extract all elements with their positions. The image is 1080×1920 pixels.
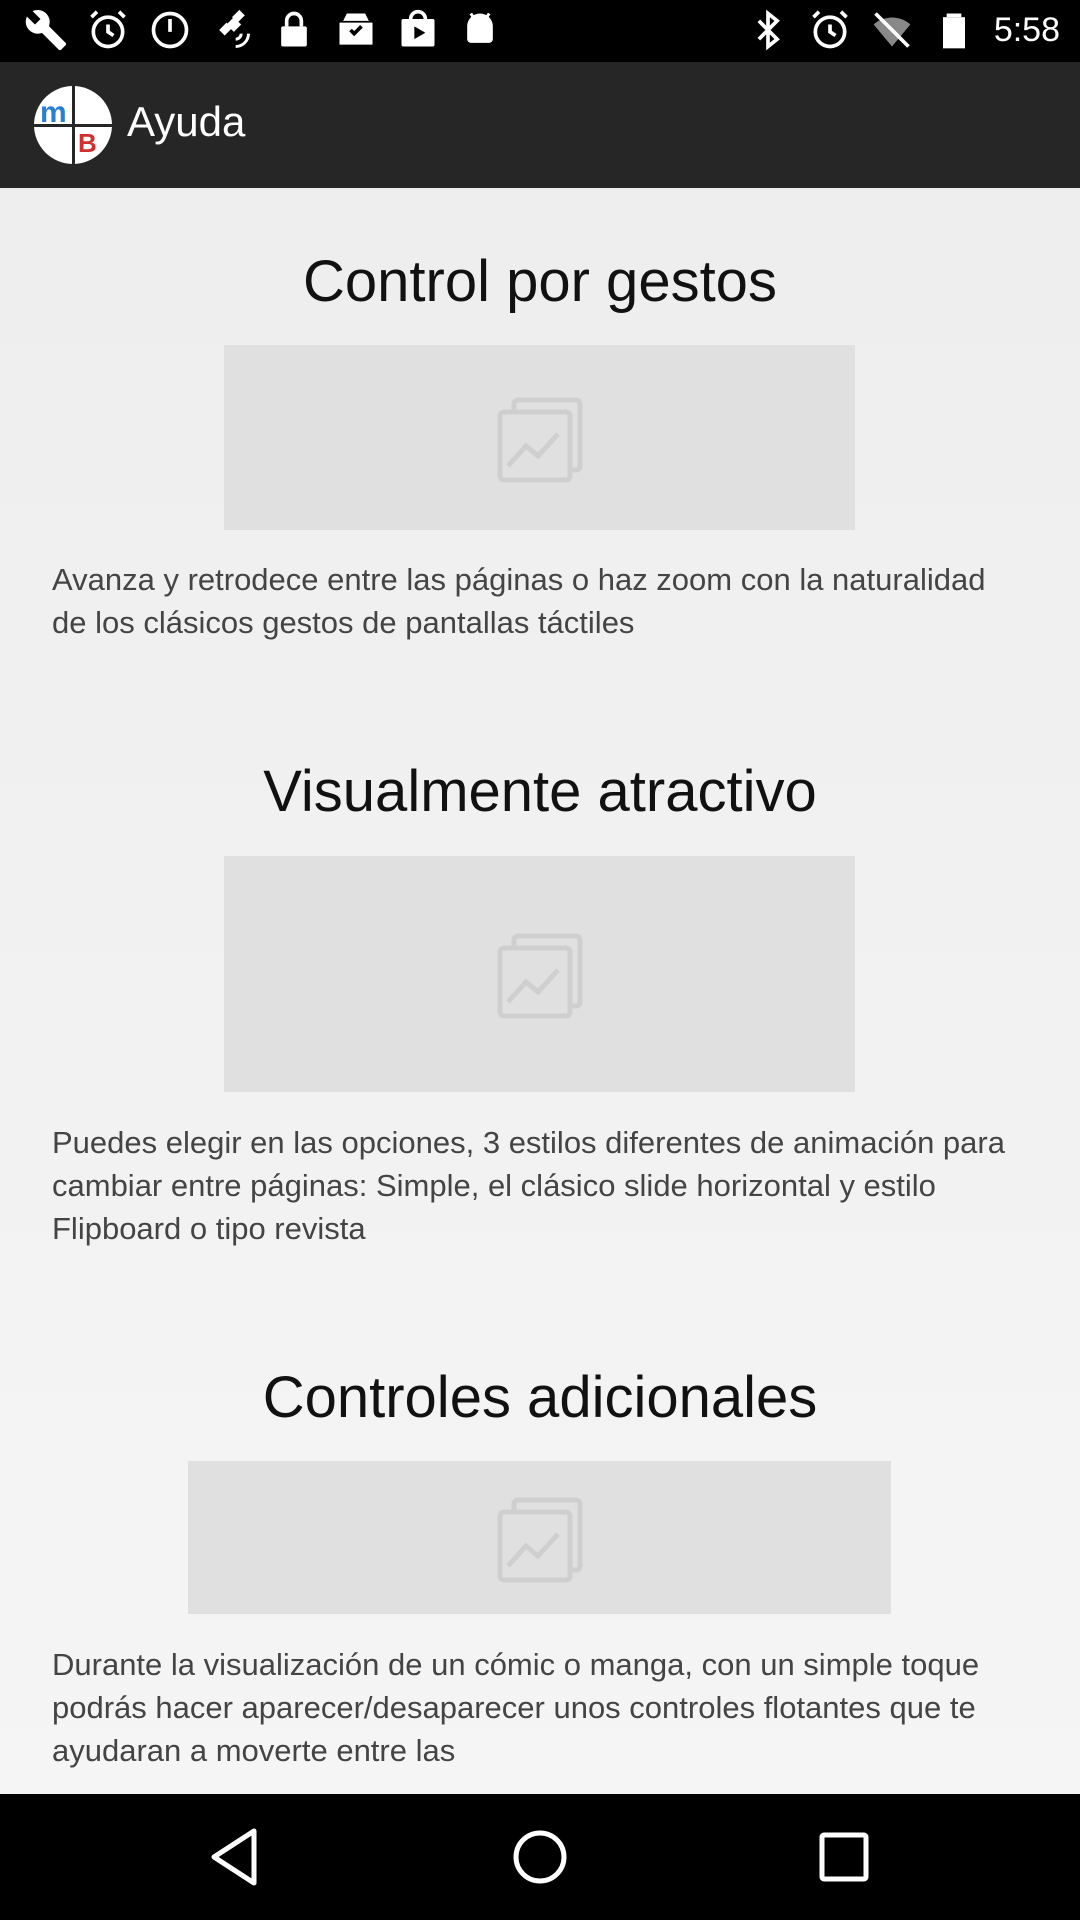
alarm-icon (90, 10, 126, 49)
section-title-controls: Controles adicionales (262, 1365, 818, 1430)
svg-text:B: B (78, 128, 97, 158)
recents-icon[interactable] (804, 1817, 884, 1897)
image-placeholder-icon (497, 933, 582, 1019)
svg-text:m: m (40, 96, 67, 129)
battery-icon (942, 13, 965, 49)
page-title: Ayuda (127, 98, 246, 145)
alarm-icon (812, 10, 848, 49)
help-content[interactable]: Control por gestos Avanza y retrodece en… (0, 188, 1080, 1794)
section-image-visual (224, 856, 855, 1092)
logo-icon: m B (34, 86, 112, 164)
satellite-icon (219, 9, 250, 48)
app-bar: m B Ayuda (0, 62, 1080, 188)
sync-icon (151, 11, 189, 49)
back-icon[interactable] (196, 1817, 276, 1897)
inbox-icon (339, 13, 373, 45)
section-title-visual: Visualmente atractivo (263, 759, 817, 824)
section-description-visual: Puedes elegir en las opciones, 3 estilos… (52, 1125, 1005, 1246)
wifi-off-icon (873, 12, 911, 48)
home-icon[interactable] (500, 1817, 580, 1897)
section-description-gestures: Avanza y retrodece entre las páginas o h… (52, 562, 986, 640)
play-store-icon (401, 9, 435, 47)
image-placeholder-icon (497, 397, 582, 482)
lock-icon (281, 11, 307, 47)
navigation-bar (0, 1794, 1080, 1920)
bluetooth-icon (757, 9, 780, 51)
android-icon (467, 12, 493, 43)
app-logo[interactable]: m B (34, 86, 112, 164)
wrench-icon (25, 10, 67, 51)
section-image-gestures (224, 345, 855, 530)
status-bar: 5:58 (0, 0, 1080, 62)
section-description-controls: Durante la visualización de un cómic o m… (52, 1647, 980, 1768)
section-image-controls (188, 1461, 891, 1614)
section-title-gestures: Control por gestos (303, 249, 777, 314)
image-placeholder-icon (497, 1497, 582, 1582)
status-time: 5:58 (993, 10, 1060, 49)
